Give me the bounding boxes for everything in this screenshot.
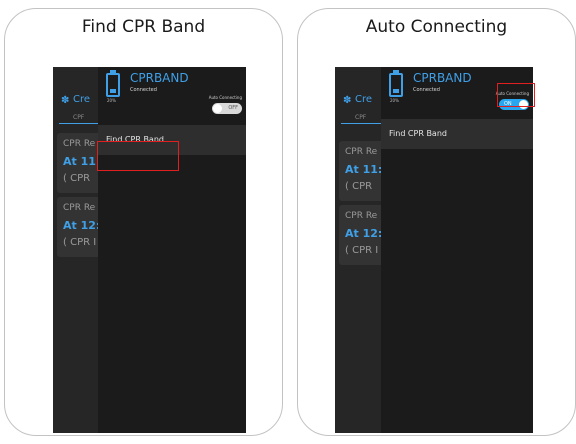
connection-status: Connected xyxy=(413,87,440,93)
highlight-box xyxy=(97,141,179,171)
battery-percent: 20% xyxy=(390,98,399,103)
gear-icon: ✽ xyxy=(343,95,352,106)
right-panel: Auto Connecting ✽ Cre CPF CPR Re At 11: … xyxy=(297,8,576,436)
phone-screen: ✽ Cre CPF CPR Re At 11: ( CPR CPR Re At … xyxy=(335,67,533,433)
toggle-state-text: OFF xyxy=(228,105,238,111)
battery-icon xyxy=(389,73,403,97)
auto-connect-toggle[interactable]: OFF xyxy=(212,103,242,114)
connection-status: Connected xyxy=(130,87,157,93)
drawer-header: 20% CPRBAND Connected Auto Connecting OF… xyxy=(98,67,246,119)
battery-fill xyxy=(110,89,116,93)
record-title: CPR Re xyxy=(63,139,96,149)
menu-item-label: Find CPR Band xyxy=(389,129,447,138)
side-drawer: 20% CPRBAND Connected Auto Connecting ON… xyxy=(381,67,533,433)
phone-screen: ✽ Cre CPF CPR Re At 11: ( CPR CPR Re At … xyxy=(53,67,246,433)
menu-item-find-cpr-band[interactable]: Find CPR Band xyxy=(381,119,533,149)
tab-indicator xyxy=(59,123,99,124)
record-subtitle: ( CPR I xyxy=(63,237,97,248)
toggle-knob xyxy=(213,104,222,113)
app-header-title: Cre xyxy=(355,94,373,105)
record-subtitle: ( CPR xyxy=(345,181,373,192)
record-title: CPR Re xyxy=(345,147,378,157)
record-title: CPR Re xyxy=(63,203,96,213)
left-panel: Find CPR Band ✽ Cre CPF CPR Re At 11: ( … xyxy=(4,8,283,436)
record-time: At 11: xyxy=(345,163,383,176)
tab-cpr[interactable]: CPF xyxy=(73,114,84,121)
highlight-box xyxy=(497,83,535,107)
side-drawer: 20% CPRBAND Connected Auto Connecting OF… xyxy=(98,67,246,433)
device-name: CPRBAND xyxy=(130,71,189,85)
gear-icon: ✽ xyxy=(61,95,70,106)
right-panel-title: Auto Connecting xyxy=(365,17,508,37)
tab-cpr[interactable]: CPF xyxy=(355,114,366,121)
battery-fill xyxy=(393,89,399,93)
battery-icon xyxy=(106,73,120,97)
auto-connect-label: Auto Connecting xyxy=(208,95,242,100)
record-title: CPR Re xyxy=(345,211,378,221)
record-subtitle: ( CPR xyxy=(63,173,91,184)
tab-indicator xyxy=(341,123,381,124)
record-time: At 12: xyxy=(63,219,101,232)
left-panel-title: Find CPR Band xyxy=(81,17,206,37)
battery-percent: 20% xyxy=(107,98,116,103)
device-name: CPRBAND xyxy=(413,71,472,85)
app-header-title: Cre xyxy=(73,94,91,105)
record-time: At 12: xyxy=(345,227,383,240)
record-subtitle: ( CPR I xyxy=(345,245,379,256)
record-time: At 11: xyxy=(63,155,101,168)
